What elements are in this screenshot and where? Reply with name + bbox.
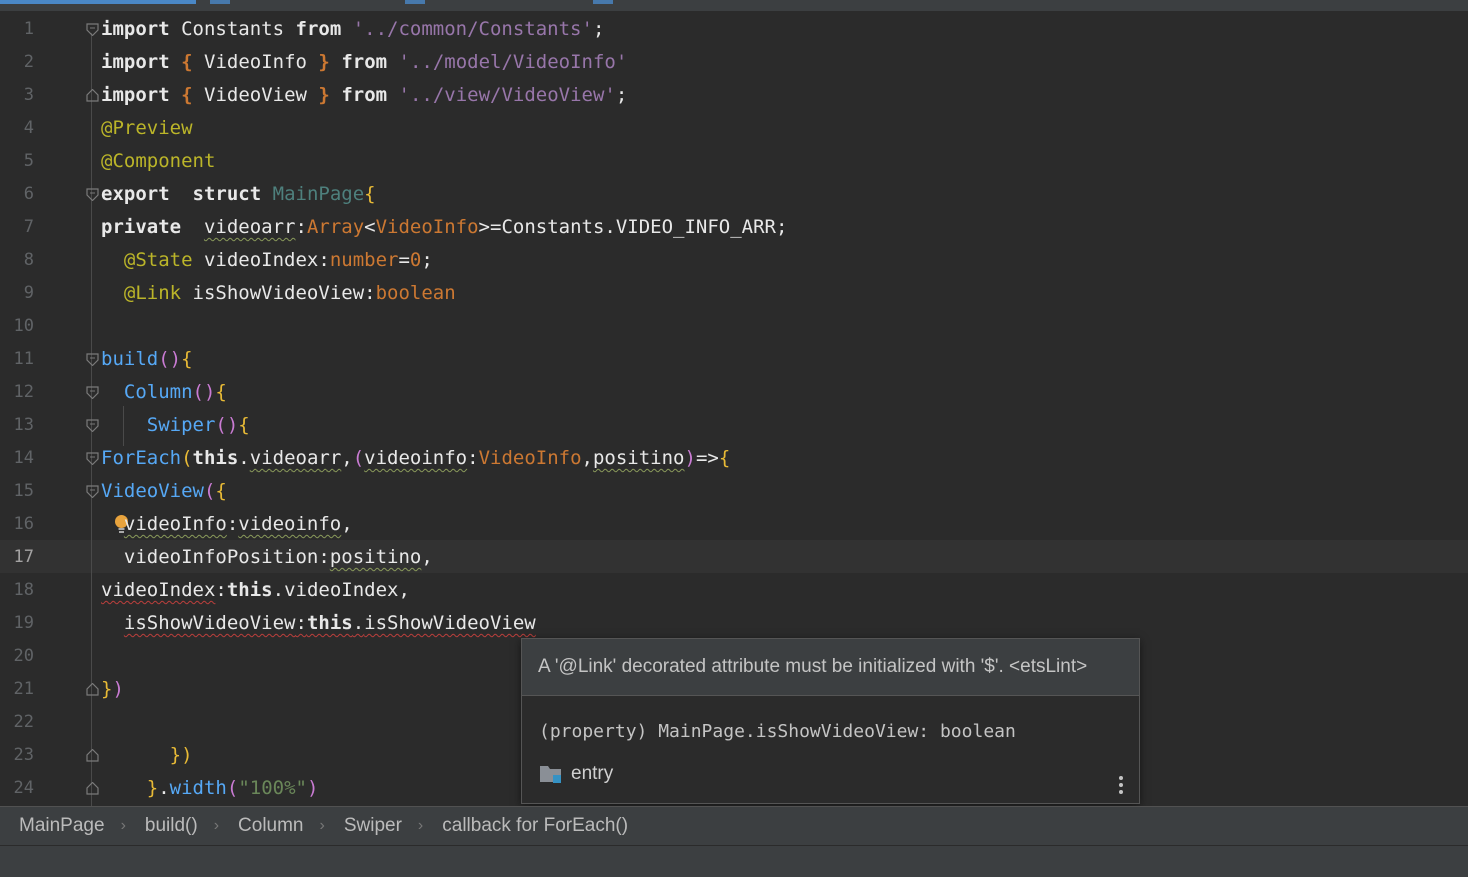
code-line[interactable]: 12 Column(){ — [0, 376, 1468, 409]
tab-indicator[interactable] — [593, 0, 613, 4]
line-number: 24 — [13, 778, 34, 798]
code-text: VideoView({ — [101, 480, 227, 502]
code-text: export struct MainPage{ — [101, 183, 376, 205]
code-line[interactable]: 17 videoInfoPosition:positino, — [0, 541, 1468, 574]
code-text: videoInfo:videoinfo, — [123, 513, 353, 535]
code-text: import { VideoInfo } from '../model/Vide… — [101, 51, 628, 73]
code-text: isShowVideoView:this.isShowVideoView — [123, 612, 536, 634]
line-number: 12 — [13, 382, 34, 402]
code-line[interactable]: 1 import Constants from '../common/Const… — [0, 13, 1468, 46]
code-line[interactable]: 2 import { VideoInfo } from '../model/Vi… — [0, 46, 1468, 79]
breadcrumb-item[interactable]: build() — [145, 815, 198, 837]
line-number: 15 — [13, 481, 34, 501]
code-text: @Link isShowVideoView:boolean — [123, 282, 456, 304]
line-number: 17 — [13, 547, 34, 567]
fold-toggle-icon[interactable] — [86, 188, 99, 201]
line-number: 1 — [23, 19, 34, 39]
line-number: 10 — [13, 316, 34, 336]
line-number: 6 — [23, 184, 34, 204]
line-number: 8 — [23, 250, 34, 270]
breadcrumb: MainPage › build() › Column › Swiper › c… — [0, 806, 1468, 845]
code-text: ForEach(this.videoarr,(videoinfo:VideoIn… — [101, 447, 731, 469]
line-number: 20 — [13, 646, 34, 666]
code-text: Swiper(){ — [146, 414, 250, 436]
status-bar — [0, 845, 1468, 877]
line-number: 2 — [23, 52, 34, 72]
code-text: @Preview — [101, 117, 193, 139]
code-text: private videoarr:Array<VideoInfo>=Consta… — [101, 216, 788, 238]
line-number: 5 — [23, 151, 34, 171]
code-line[interactable]: 5 @Component — [0, 145, 1468, 178]
breadcrumb-item[interactable]: Swiper — [344, 815, 402, 837]
module-label[interactable]: entry — [539, 763, 613, 785]
chevron-right-icon: › — [417, 817, 424, 834]
code-line[interactable]: 19 isShowVideoView:this.isShowVideoView — [0, 607, 1468, 640]
chevron-right-icon: › — [319, 817, 325, 834]
breadcrumb-item[interactable]: Column — [238, 815, 303, 837]
active-tab-indicator[interactable] — [0, 0, 196, 4]
code-line[interactable]: 13 Swiper(){ — [0, 409, 1468, 442]
chevron-right-icon: › — [120, 817, 126, 834]
line-number: 19 — [13, 613, 34, 633]
code-text: }) — [101, 678, 124, 700]
line-number: 16 — [13, 514, 34, 534]
fold-toggle-icon[interactable] — [86, 485, 99, 498]
code-text: videoIndex:this.videoIndex, — [101, 579, 410, 601]
fold-end-icon[interactable] — [86, 683, 99, 696]
tab-indicator[interactable] — [405, 0, 425, 4]
code-text: @Component — [101, 150, 216, 172]
code-line[interactable]: 3 import { VideoView } from '../view/Vid… — [0, 79, 1468, 112]
code-line[interactable]: 6 export struct MainPage{ — [0, 178, 1468, 211]
lint-message: A '@Link' decorated attribute must be in… — [522, 639, 1139, 696]
code-text: build(){ — [101, 348, 193, 370]
chevron-right-icon: › — [213, 817, 220, 834]
code-text: videoInfoPosition:positino, — [123, 546, 433, 568]
lint-tooltip-popup[interactable]: A '@Link' decorated attribute must be in… — [521, 638, 1140, 804]
code-line[interactable]: 8 @State videoIndex:number=0; — [0, 244, 1468, 277]
code-line[interactable]: 18 videoIndex:this.videoIndex, — [0, 574, 1468, 607]
code-text: import Constants from '../common/Constan… — [101, 18, 605, 40]
fold-end-icon[interactable] — [86, 749, 99, 762]
code-line[interactable]: 11 build(){ — [0, 343, 1468, 376]
fold-toggle-icon[interactable] — [86, 419, 99, 432]
fold-end-icon[interactable] — [86, 89, 99, 102]
code-line[interactable]: 16 videoInfo:videoinfo, — [0, 508, 1468, 541]
line-number: 13 — [13, 415, 34, 435]
fold-toggle-icon[interactable] — [86, 23, 99, 36]
property-signature: (property) MainPage.isShowVideoView: boo… — [539, 721, 1016, 742]
line-number: 14 — [13, 448, 34, 468]
code-text: }.width("100%") — [146, 777, 319, 799]
line-number: 22 — [13, 712, 34, 732]
code-text: import { VideoView } from '../view/Video… — [101, 84, 628, 106]
line-number: 7 — [23, 217, 34, 237]
line-number: 21 — [13, 679, 34, 699]
code-text: }) — [169, 744, 193, 766]
line-number: 9 — [23, 283, 34, 303]
code-line[interactable]: 9 @Link isShowVideoView:boolean — [0, 277, 1468, 310]
breadcrumb-item[interactable]: callback for ForEach() — [442, 815, 628, 837]
more-vert-icon[interactable] — [1119, 775, 1123, 795]
line-number: 4 — [23, 118, 34, 138]
code-line[interactable]: 10 — [0, 310, 1468, 343]
code-line[interactable]: 4 @Preview — [0, 112, 1468, 145]
code-text: @State videoIndex:number=0; — [123, 249, 433, 271]
line-number: 11 — [13, 349, 34, 369]
line-number: 3 — [23, 85, 34, 105]
fold-toggle-icon[interactable] — [86, 353, 99, 366]
editor-tab-bar — [0, 0, 1468, 11]
line-number: 23 — [13, 745, 34, 765]
tab-indicator[interactable] — [210, 0, 230, 4]
fold-toggle-icon[interactable] — [86, 386, 99, 399]
breadcrumb-item[interactable]: MainPage — [19, 815, 105, 837]
folder-module-icon — [540, 766, 561, 783]
code-line[interactable]: 7 private videoarr:Array<VideoInfo>=Cons… — [0, 211, 1468, 244]
code-text: Column(){ — [123, 381, 227, 403]
fold-end-icon[interactable] — [86, 782, 99, 795]
code-line[interactable]: 14 ForEach(this.videoarr,(videoinfo:Vide… — [0, 442, 1468, 475]
module-name: entry — [571, 763, 614, 784]
code-line[interactable]: 15 VideoView({ — [0, 475, 1468, 508]
fold-toggle-icon[interactable] — [86, 452, 99, 465]
line-number: 18 — [13, 580, 34, 600]
